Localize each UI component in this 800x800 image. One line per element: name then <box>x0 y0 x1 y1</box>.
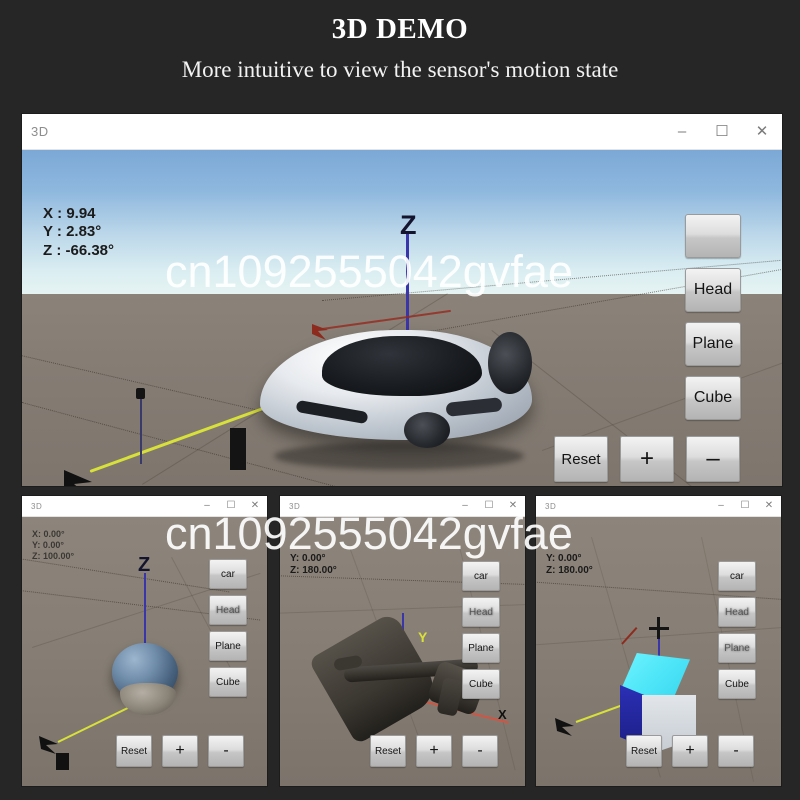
model-button-plane[interactable]: Plane <box>209 631 247 661</box>
sensor-readout: X: 0.00° Y: 0.00° Z: 180.00° <box>546 541 593 578</box>
minimize-icon[interactable]: – <box>662 124 702 139</box>
car-cockpit <box>322 336 482 396</box>
panel-plane-titlebar[interactable]: 3D – ☐ ✕ <box>280 496 525 517</box>
model-button-car[interactable]: car <box>462 561 500 591</box>
axis-z-line <box>144 573 146 651</box>
model-button-head[interactable]: Head <box>209 595 247 625</box>
page-title: 3D DEMO <box>331 13 469 45</box>
panel-cube-viewport[interactable]: X: 0.00° Y: 0.00° Z: 180.00° car Head Pl… <box>536 517 781 786</box>
minimize-icon[interactable]: – <box>453 501 477 511</box>
header-banner: 3D DEMO More intuitive to view the senso… <box>0 0 800 112</box>
readout-x: X : 9.94 <box>43 205 96 222</box>
model-button-cube[interactable]: Cube <box>718 669 756 699</box>
model-button-cube[interactable]: Cube <box>462 669 500 699</box>
maximize-icon[interactable]: ☐ <box>477 501 501 511</box>
readout-y: Y: 0.00° <box>290 553 326 565</box>
axis-y-label: Y <box>418 629 428 645</box>
zoom-out-button[interactable]: - <box>462 735 498 767</box>
model-button-plane[interactable]: Plane <box>718 633 756 663</box>
panel-cube-title: 3D <box>545 501 557 511</box>
readout-y: Y: 0.00° <box>32 539 64 550</box>
model-button-cube[interactable]: Cube <box>209 667 247 697</box>
marker-block <box>56 753 69 770</box>
zoom-in-button[interactable]: + <box>620 436 674 482</box>
panel-plane-controls: – ☐ ✕ <box>453 501 525 511</box>
main-window-titlebar[interactable]: 3D – ☐ ✕ <box>22 114 782 150</box>
panel-head-controls: – ☐ ✕ <box>195 501 267 511</box>
model-button-plane[interactable]: Plane <box>685 322 741 366</box>
axis-z-label: Z <box>400 210 417 240</box>
marker-post <box>140 394 142 464</box>
readout-z: Z : -66.38° <box>43 241 115 259</box>
car-wheel-rear <box>488 332 532 394</box>
reset-button[interactable]: Reset <box>370 735 406 767</box>
main-3d-viewport[interactable]: Z X : 9.94 Y: 2.83° Z: -66.38° Head Pl… <box>22 150 782 486</box>
panel-cube-window: 3D – ☐ ✕ X: 0.00° <box>536 496 781 786</box>
panel-head-viewport[interactable]: Z X: 0.00° Y: 0.00° Z: 100.00° car Head … <box>22 517 267 786</box>
panel-head-titlebar[interactable]: 3D – ☐ ✕ <box>22 496 267 517</box>
readout-x: X: 0.00° <box>32 529 65 539</box>
model-button-head[interactable]: Head <box>718 597 756 627</box>
panel-plane-viewport[interactable]: Y X X: 0.00° Y: 0.00° Z: 180.00° car Hea… <box>280 517 525 786</box>
main-window-title: 3D <box>31 124 49 139</box>
panel-head-title: 3D <box>31 501 43 511</box>
axis-y-arrow-icon <box>64 470 92 486</box>
reset-button[interactable]: Reset <box>554 436 608 482</box>
reset-button[interactable]: Reset <box>116 735 152 767</box>
model-button-car[interactable]: car <box>209 559 247 589</box>
panel-plane-window: 3D – ☐ ✕ Y X X: 0.00° Y <box>280 496 525 786</box>
close-icon[interactable]: ✕ <box>757 501 781 511</box>
main-window-controls: – ☐ ✕ <box>662 124 782 139</box>
car-shadow <box>274 442 524 470</box>
panel-cube-titlebar[interactable]: 3D – ☐ ✕ <box>536 496 781 517</box>
model-button-head[interactable]: Head <box>685 268 741 312</box>
sensor-readout: X: 0.00° Y: 0.00° Z: 100.00° <box>32 529 74 562</box>
marker-block <box>230 428 246 470</box>
maximize-icon[interactable]: ☐ <box>219 501 243 511</box>
model-button-head[interactable]: Head <box>462 597 500 627</box>
minimize-icon[interactable]: – <box>195 501 219 511</box>
zoom-in-button[interactable]: + <box>416 735 452 767</box>
minimize-icon[interactable]: – <box>709 501 733 511</box>
readout-z: Z: 180.00° <box>290 565 337 577</box>
readout-z: Z: 180.00° <box>546 565 593 577</box>
axis-y-arrow-icon <box>555 718 574 736</box>
model-button-car[interactable]: car <box>718 561 756 591</box>
maximize-icon[interactable]: ☐ <box>733 501 757 511</box>
zoom-out-button[interactable]: - <box>718 735 754 767</box>
main-3d-window: 3D – ☐ ✕ Z X: 9.94 Y: 2.83° Z: -66.38… <box>22 114 782 486</box>
model-button-cube[interactable]: Cube <box>685 376 741 420</box>
zoom-in-button[interactable]: + <box>672 735 708 767</box>
panel-plane-title: 3D <box>289 501 301 511</box>
reset-button[interactable]: Reset <box>626 735 662 767</box>
readout-y: Y : 2.83° <box>43 223 102 241</box>
marker-head <box>136 388 145 399</box>
close-icon[interactable]: ✕ <box>243 501 267 511</box>
model-button-car[interactable] <box>685 214 741 258</box>
axis-x-label: X <box>498 707 507 722</box>
sensor-readout: X : 9.94 Y : 2.83° Z : -66.38° <box>43 205 114 260</box>
panel-head-window: 3D – ☐ ✕ Z X: 0.00° Y: 0.00° Z: 100.00° … <box>22 496 267 786</box>
axis-z-label: Z <box>138 554 151 576</box>
maximize-icon[interactable]: ☐ <box>702 124 742 139</box>
panel-cube-controls: – ☐ ✕ <box>709 501 781 511</box>
zoom-in-button[interactable]: + <box>162 735 198 767</box>
screenshot-root: 3D DEMO More intuitive to view the senso… <box>0 0 800 800</box>
sensor-readout: X: 0.00° Y: 0.00° Z: 180.00° <box>290 541 337 578</box>
close-icon[interactable]: ✕ <box>501 501 525 511</box>
close-icon[interactable]: ✕ <box>742 124 782 139</box>
readout-z: Z: 100.00° <box>32 550 75 561</box>
axis-z-cross-v <box>657 617 660 639</box>
readout-y: Y: 0.00° <box>546 553 582 565</box>
car-wheel-front <box>404 412 450 448</box>
zoom-out-button[interactable]: – <box>686 436 740 482</box>
page-subtitle: More intuitive to view the sensor's moti… <box>181 57 619 82</box>
zoom-out-button[interactable]: - <box>208 735 244 767</box>
model-button-plane[interactable]: Plane <box>462 633 500 663</box>
